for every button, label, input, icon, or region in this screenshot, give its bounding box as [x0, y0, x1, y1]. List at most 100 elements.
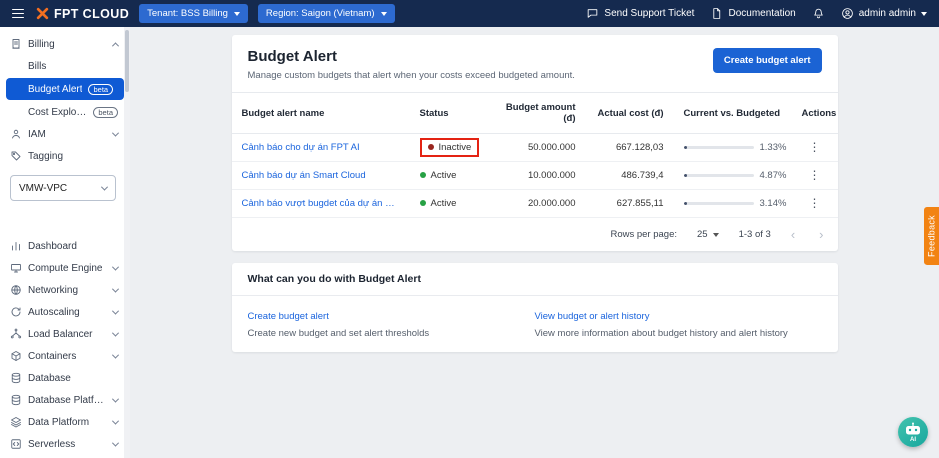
- budget-alert-table: Budget alert name Status Budget amount (…: [231, 92, 838, 218]
- help-description: Create new budget and set alert threshol…: [247, 328, 430, 339]
- documentation-icon: [713, 8, 721, 19]
- sidebar-item-load-balancer[interactable]: Load Balancer: [0, 323, 130, 345]
- status-badge: Active: [419, 170, 456, 181]
- budget-alert-card: Budget Alert Manage custom budgets that …: [231, 35, 838, 251]
- progress-percent: 1.33%: [759, 142, 787, 153]
- sidebar-item-cost-explorer[interactable]: Cost Explorer beta: [0, 101, 130, 123]
- sidebar-item-containers[interactable]: Containers: [0, 345, 130, 367]
- sidebar-item-serverless[interactable]: Serverless: [0, 433, 130, 455]
- sidebar-item-database-platform[interactable]: Database Platform: [0, 389, 130, 411]
- progress-fill: [683, 146, 687, 149]
- documentation-link[interactable]: Documentation: [710, 7, 796, 20]
- column-header-progress: Current vs. Budgeted: [673, 92, 792, 134]
- sidebar-item-tagging[interactable]: Tagging: [0, 145, 130, 167]
- bell-icon[interactable]: [812, 7, 825, 20]
- billing-icon: [12, 39, 20, 49]
- kebab-menu-icon[interactable]: ⋮: [805, 169, 825, 181]
- chevron-down-icon: [100, 183, 109, 191]
- sidebar-item-label: Database Platform: [28, 394, 107, 406]
- status-badge: Inactive: [419, 137, 480, 157]
- sidebar-item-bills[interactable]: Bills: [0, 55, 130, 77]
- sidebar-item-label: Bills: [28, 60, 47, 72]
- chevron-down-icon: [111, 351, 120, 359]
- tenant-selector[interactable]: Tenant: BSS Billing: [139, 4, 248, 23]
- send-support-ticket-link[interactable]: Send Support Ticket: [586, 7, 694, 20]
- sidebar-item-label: Autoscaling: [28, 306, 80, 318]
- actual-cost: 667.128,03: [585, 133, 674, 162]
- previous-page-button[interactable]: ‹: [791, 227, 795, 242]
- scrollbar-thumb[interactable]: [125, 30, 129, 92]
- ai-assistant-button[interactable]: AI: [898, 417, 928, 447]
- kebab-menu-icon[interactable]: ⋮: [805, 197, 825, 209]
- column-header-budget: Budget amount (đ): [493, 92, 586, 134]
- sidebar-item-iam[interactable]: IAM: [0, 123, 130, 145]
- budget-amount: 20.000.000: [493, 189, 586, 218]
- main-content: Budget Alert Manage custom budgets that …: [130, 27, 939, 458]
- sidebar-scrollbar[interactable]: [124, 27, 130, 458]
- help-item: View budget or alert history View more i…: [535, 306, 822, 339]
- table-row: Cảnh báo dự án Smart Cloud Active 10.000…: [231, 161, 838, 190]
- caret-down-icon: [233, 11, 240, 16]
- dashboard-icon: [12, 242, 20, 251]
- fpt-cloud-logo[interactable]: FPT CLOUD: [36, 7, 129, 21]
- sidebar-item-label: Dashboard: [28, 240, 77, 252]
- progress-fill: [683, 202, 687, 205]
- caret-down-icon: [712, 232, 719, 237]
- containers-icon: [11, 351, 21, 361]
- status-dot: [419, 200, 426, 207]
- user-menu[interactable]: admin admin: [841, 7, 927, 20]
- progress-bar: 3.14%: [683, 198, 786, 209]
- budget-alert-name-link[interactable]: Cảnh báo vượt bugdet của dự án FCI: [242, 198, 400, 209]
- sidebar-item-database[interactable]: Database: [0, 367, 130, 389]
- sidebar-item-data-platform[interactable]: Data Platform: [0, 411, 130, 433]
- create-budget-alert-link[interactable]: Create budget alert: [248, 311, 329, 322]
- table-row: Cảnh báo cho dự án FPT AI Inactive 50.00…: [231, 133, 838, 162]
- chevron-up-icon: [111, 41, 120, 49]
- help-title: What can you do with Budget Alert: [231, 263, 838, 296]
- status-text: Inactive: [438, 141, 472, 153]
- sidebar-item-label: IAM: [28, 128, 46, 140]
- sidebar-item-label: Database: [28, 372, 71, 384]
- kebab-menu-icon[interactable]: ⋮: [805, 141, 825, 153]
- caret-down-icon: [921, 11, 927, 16]
- user-avatar-icon: [841, 8, 853, 19]
- sidebar: Billing Bills Budget Alert beta Cost Exp…: [0, 27, 130, 458]
- ai-label: AI: [910, 437, 916, 442]
- support-label: Send Support Ticket: [604, 8, 695, 19]
- sidebar-item-label: Networking: [28, 284, 79, 296]
- region-selector[interactable]: Region: Saigon (Vietnam): [257, 4, 395, 23]
- budget-alert-name-link[interactable]: Cảnh báo cho dự án FPT AI: [242, 142, 400, 153]
- compute-engine-icon: [11, 264, 21, 273]
- tagging-icon: [11, 151, 21, 161]
- actual-cost: 627.855,11: [585, 189, 674, 218]
- topbar: FPT CLOUD Tenant: BSS Billing Region: Sa…: [0, 0, 939, 27]
- sidebar-item-compute-engine[interactable]: Compute Engine: [0, 257, 130, 279]
- next-page-button[interactable]: ›: [819, 227, 823, 242]
- create-budget-alert-button[interactable]: Create budget alert: [712, 48, 822, 73]
- load-balancer-icon: [10, 328, 22, 339]
- support-ticket-icon: [588, 9, 598, 18]
- vpc-select[interactable]: VMW-VPC: [10, 175, 116, 201]
- chevron-down-icon: [111, 285, 120, 293]
- sidebar-item-billing[interactable]: Billing: [0, 33, 130, 55]
- feedback-tab[interactable]: Feedback: [924, 207, 939, 265]
- view-budget-history-link[interactable]: View budget or alert history: [535, 311, 650, 322]
- chevron-down-icon: [111, 417, 120, 425]
- sidebar-item-budget-alert[interactable]: Budget Alert beta: [6, 78, 124, 100]
- status-dot: [427, 144, 434, 151]
- sidebar-item-networking[interactable]: Networking: [0, 279, 130, 301]
- column-header-actual: Actual cost (đ): [585, 92, 674, 134]
- progress-percent: 3.14%: [759, 198, 787, 209]
- chevron-down-icon: [111, 307, 120, 315]
- vpc-select-value: VMW-VPC: [19, 182, 68, 194]
- rows-per-page-select[interactable]: 25: [697, 229, 719, 240]
- user-name: admin admin: [858, 8, 916, 19]
- sidebar-item-autoscaling[interactable]: Autoscaling: [0, 301, 130, 323]
- sidebar-item-label: Cost Explorer: [28, 106, 88, 118]
- actual-cost: 486.739,4: [585, 161, 674, 190]
- serverless-icon: [11, 439, 21, 449]
- hamburger-menu-icon[interactable]: [10, 7, 26, 21]
- budget-alert-name-link[interactable]: Cảnh báo dự án Smart Cloud: [242, 170, 400, 181]
- sidebar-item-label: Load Balancer: [28, 328, 93, 340]
- sidebar-item-dashboard[interactable]: Dashboard: [0, 235, 130, 257]
